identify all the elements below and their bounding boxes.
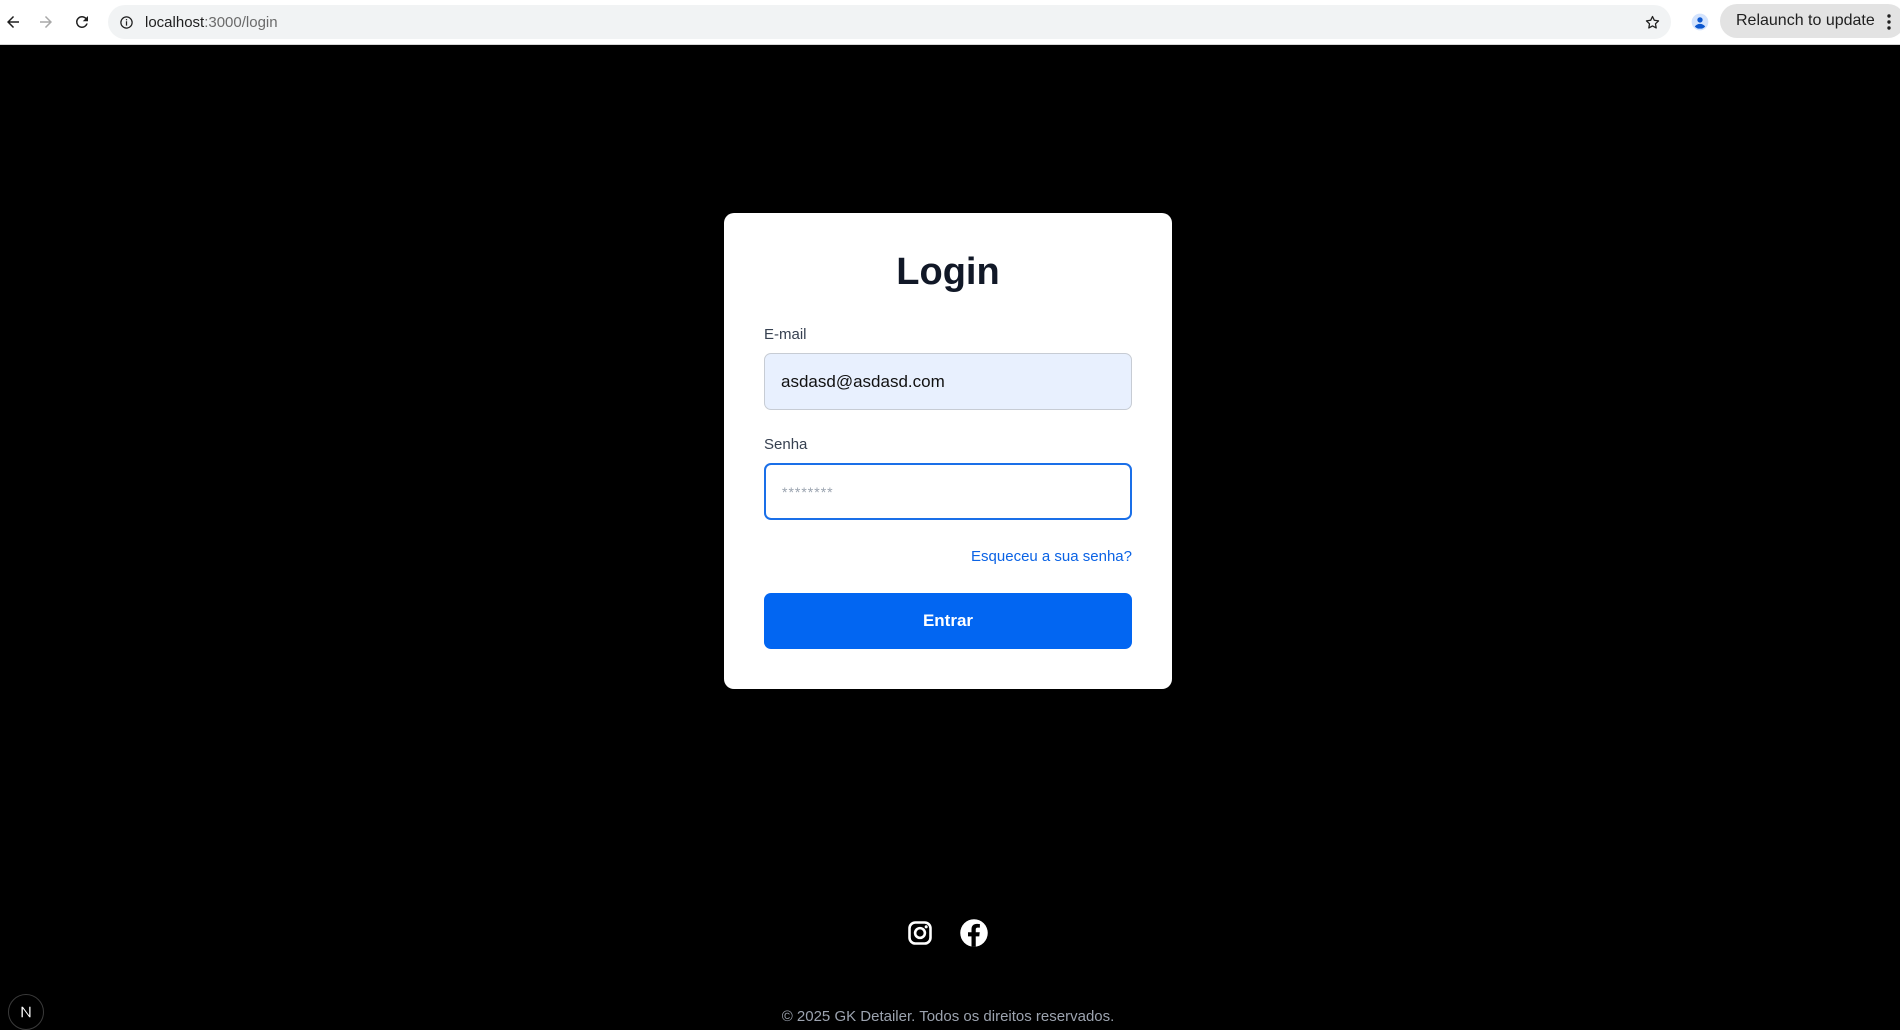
password-placeholder: ******** bbox=[782, 483, 834, 500]
login-card: Login E-mail asdasd@asdasd.com Senha ***… bbox=[724, 213, 1172, 689]
password-field[interactable]: ******** bbox=[764, 463, 1132, 520]
reload-button[interactable] bbox=[69, 9, 95, 35]
page-title: Login bbox=[896, 251, 1000, 293]
email-value: asdasd@asdasd.com bbox=[781, 371, 945, 391]
url-host: localhost bbox=[145, 14, 205, 31]
forward-button[interactable] bbox=[33, 9, 59, 35]
copyright-text: © 2025 GK Detailer. Todos os direitos re… bbox=[781, 1008, 1115, 1025]
browser-toolbar: localhost:3000/login Relaunch to update bbox=[0, 0, 1900, 45]
reload-icon bbox=[75, 15, 88, 28]
arrow-right-icon bbox=[40, 16, 52, 28]
url-path: :3000/login bbox=[204, 14, 278, 31]
site-info-icon[interactable] bbox=[117, 13, 135, 31]
back-button[interactable] bbox=[0, 9, 26, 35]
url-text: localhost:3000/login bbox=[145, 14, 278, 31]
next-logo-icon bbox=[21, 1006, 31, 1018]
profile-avatar-icon[interactable] bbox=[1687, 9, 1713, 35]
email-field[interactable]: asdasd@asdasd.com bbox=[764, 353, 1132, 410]
arrow-left-icon bbox=[7, 16, 19, 28]
page-body: Login E-mail asdasd@asdasd.com Senha ***… bbox=[0, 45, 1900, 1030]
relaunch-label: Relaunch to update bbox=[1736, 12, 1875, 29]
instagram-icon[interactable] bbox=[905, 918, 935, 948]
relaunch-button[interactable]: Relaunch to update bbox=[1720, 4, 1900, 38]
dev-tools-badge[interactable] bbox=[8, 994, 44, 1030]
forgot-password-link[interactable]: Esqueceu a sua senha? bbox=[971, 548, 1132, 565]
password-label: Senha bbox=[764, 436, 808, 453]
submit-button[interactable]: Entrar bbox=[764, 593, 1132, 649]
bookmark-star-icon[interactable] bbox=[1643, 13, 1661, 31]
email-label: E-mail bbox=[764, 326, 807, 343]
facebook-icon[interactable] bbox=[959, 918, 989, 948]
address-bar[interactable]: localhost:3000/login bbox=[108, 5, 1671, 39]
more-vert-icon bbox=[1887, 14, 1891, 30]
